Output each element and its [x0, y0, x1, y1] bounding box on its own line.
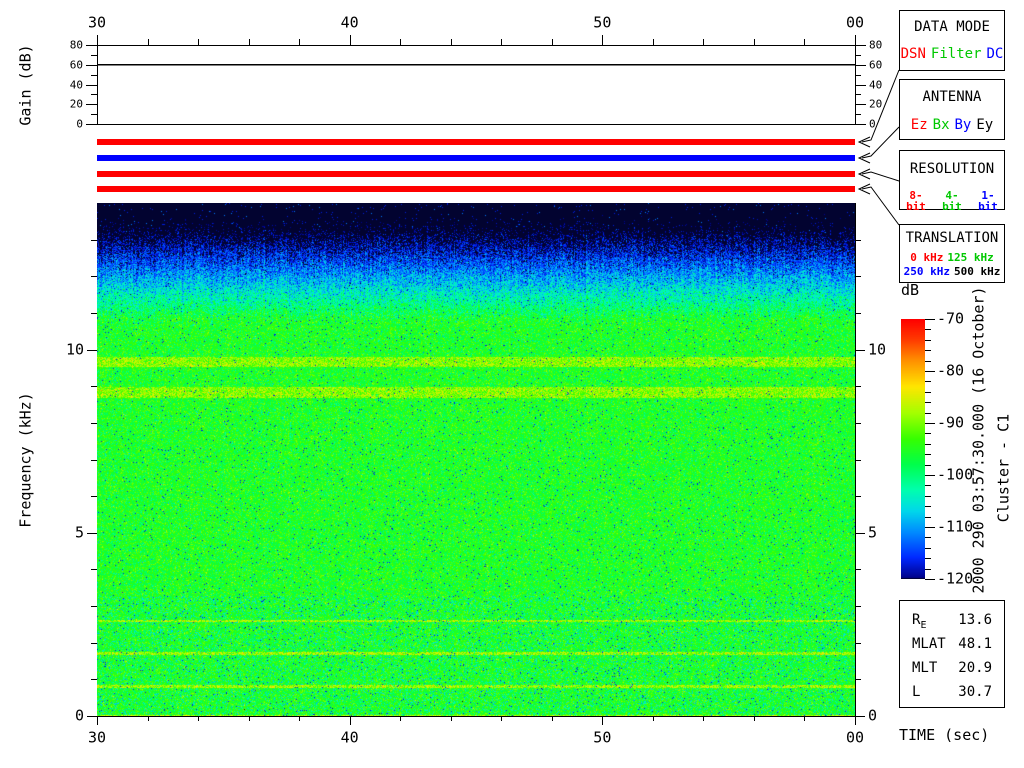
- spec-time-tick-label: 30: [88, 731, 106, 746]
- gain-ytick-label-right: 0: [869, 119, 876, 130]
- ephemeris-label-l: L: [912, 684, 920, 700]
- freq-tick-label-right: 10: [868, 342, 886, 357]
- legend-item-dc: DC: [987, 47, 1004, 61]
- spec-time-tick-label: 50: [593, 731, 611, 746]
- ephemeris-sub-re: E: [920, 620, 926, 631]
- gain-time-tick-label: 00: [846, 16, 864, 31]
- status-bar-translation: [97, 186, 855, 192]
- gain-ytick-label-left: 60: [70, 59, 83, 70]
- status-bar-antenna: [97, 155, 855, 161]
- freq-tick-label-left: 0: [75, 709, 84, 724]
- ephemeris-label-mlat: MLAT: [912, 636, 946, 652]
- time-axis-title: TIME (sec): [899, 728, 989, 743]
- colorbar-tick-label: -110: [937, 520, 973, 535]
- legend-box-resolution: RESOLUTION 8-bit 4-bit 1-bit: [899, 150, 1005, 210]
- gain-ytick-label-left: 80: [70, 40, 83, 51]
- legend-item-500khz: 500 kHz: [954, 266, 1000, 277]
- spectrogram-canvas: [97, 203, 855, 716]
- colorbar-tick-label: -70: [937, 312, 964, 327]
- gain-ytick-label-right: 40: [869, 79, 882, 90]
- legend-item-4bit: 4-bit: [936, 190, 968, 212]
- legend-item-filter: Filter: [931, 47, 982, 61]
- ephemeris-value-re: 13.6: [958, 610, 992, 634]
- colorbar-tick-label: -80: [937, 364, 964, 379]
- frequency-axis-title: Frequency (kHz): [19, 392, 34, 527]
- ephemeris-row-mlt: MLT 20.9: [912, 658, 992, 682]
- freq-tick-label-left: 5: [75, 525, 84, 540]
- freq-tick-label-right: 5: [868, 525, 877, 540]
- legend-title-data-mode: DATA MODE: [900, 20, 1004, 34]
- status-bar-data-mode: [97, 139, 855, 145]
- gain-ytick-label-right: 80: [869, 40, 882, 51]
- legend-item-250khz: 250 kHz: [904, 266, 950, 277]
- timestamp-vertical-title: 2000 290 03:57:30.000 (16 October): [972, 286, 987, 593]
- colorbar-tick-label: -90: [937, 416, 964, 431]
- legend-box-antenna: ANTENNA Ez Bx By Ey: [899, 79, 1005, 140]
- ephemeris-value-mlat: 48.1: [958, 634, 992, 658]
- gain-axis-title: Gain (dB): [19, 44, 34, 125]
- status-bar-resolution: [97, 171, 855, 177]
- legend-item-ez: Ez: [911, 118, 928, 132]
- legend-item-bx: Bx: [933, 118, 950, 132]
- legend-item-by: By: [955, 118, 972, 132]
- ephemeris-row-mlat: MLAT 48.1: [912, 634, 992, 658]
- gain-ytick-label-right: 20: [869, 99, 882, 110]
- legend-title-resolution: RESOLUTION: [900, 162, 1004, 176]
- colorbar-units-label: dB: [901, 283, 919, 298]
- legend-item-0khz: 0 kHz: [910, 252, 943, 263]
- gain-ytick-label-left: 40: [70, 79, 83, 90]
- freq-tick-label-left: 10: [66, 342, 84, 357]
- gain-ytick-label-left: 20: [70, 99, 83, 110]
- gain-time-tick-label: 30: [88, 16, 106, 31]
- legend-box-data-mode: DATA MODE DSN Filter DC: [899, 10, 1005, 71]
- gain-ytick-label-right: 60: [869, 59, 882, 70]
- legend-item-8bit: 8-bit: [900, 190, 932, 212]
- legend-item-1bit: 1-bit: [972, 190, 1004, 212]
- ephemeris-box: RE 13.6 MLAT 48.1 MLT 20.9 L 30.7: [899, 600, 1005, 708]
- legend-item-125khz: 125 kHz: [947, 252, 993, 263]
- ephemeris-row-re: RE 13.6: [912, 610, 992, 634]
- ephemeris-label-mlt: MLT: [912, 660, 937, 676]
- ephemeris-row-l: L 30.7: [912, 682, 992, 706]
- gain-ytick-label-left: 0: [76, 119, 83, 130]
- cluster-wbd-spectrogram-page: { "gain_panel": { "ylabel": "Gain (dB)",…: [0, 0, 1024, 768]
- colorbar-tick-label: -120: [937, 572, 973, 587]
- spec-time-tick-label: 00: [846, 731, 864, 746]
- colorbar-tick-label: -100: [937, 468, 973, 483]
- legend-item-dsn: DSN: [901, 47, 926, 61]
- spec-time-tick-label: 40: [341, 731, 359, 746]
- legend-title-antenna: ANTENNA: [900, 90, 1004, 104]
- legend-item-ey: Ey: [976, 118, 993, 132]
- gain-time-tick-label: 50: [593, 16, 611, 31]
- spacecraft-vertical-title: Cluster - C1: [997, 414, 1012, 522]
- freq-tick-label-right: 0: [868, 709, 877, 724]
- legend-title-translation: TRANSLATION: [900, 231, 1004, 245]
- ephemeris-value-l: 30.7: [958, 682, 992, 706]
- legend-box-translation: TRANSLATION 0 kHz 125 kHz 250 kHz 500 kH…: [899, 224, 1005, 283]
- colorbar-canvas: [901, 319, 925, 579]
- gain-time-tick-label: 40: [341, 16, 359, 31]
- ephemeris-value-mlt: 20.9: [958, 658, 992, 682]
